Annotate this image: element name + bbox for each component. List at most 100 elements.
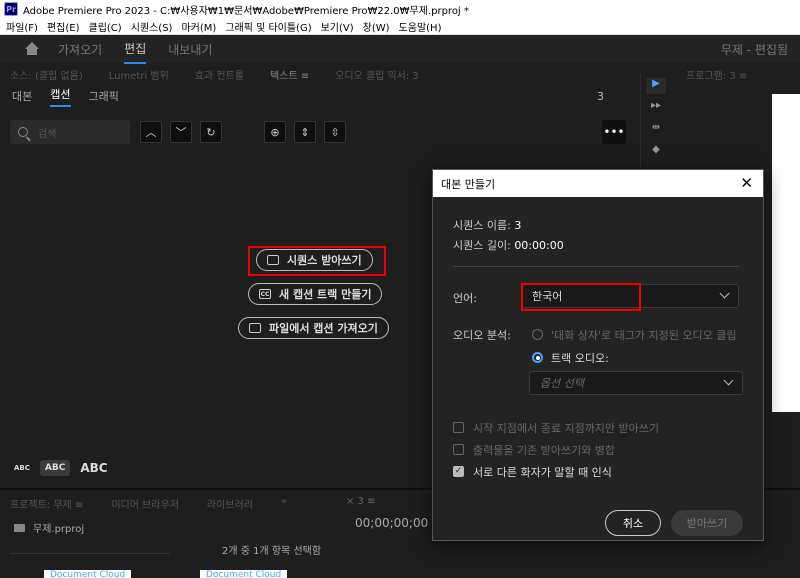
timeline-timecode[interactable]: 00;00;00;00: [355, 516, 428, 530]
program-monitor-view: [772, 94, 800, 412]
menu-sequence[interactable]: 시퀀스(S): [131, 19, 173, 34]
close-icon[interactable]: ✕: [740, 174, 753, 192]
radio-track-audio-label: 트랙 오디오:: [551, 352, 609, 365]
project-file-name: 무제.prproj: [33, 524, 85, 535]
menu-edit[interactable]: 편집(E): [47, 19, 80, 34]
tab-graphics[interactable]: 그래픽: [89, 88, 119, 104]
caption-toolbar: 검색 ︿ ﹀ ↻ ⊕ ⇕ ⇳ •••: [10, 120, 626, 144]
tab-transcript[interactable]: 대본: [12, 88, 32, 104]
cc-icon: CC: [259, 289, 271, 299]
selection-count: 2개 중 1개 항목 선택함: [222, 546, 322, 557]
text-sub-tabs: 대본 캡션 그래픽 3: [0, 84, 636, 108]
transcribe-sequence-label: 시퀀스 받아쓰기: [287, 254, 362, 267]
program-monitor-header[interactable]: 프로그램: 3 ≡: [676, 64, 800, 84]
sequence-info: 시퀀스 이름: 3 시퀀스 길이: 00:00:00: [453, 216, 564, 256]
create-transcript-dialog: 대본 만들기 ✕ 시퀀스 이름: 3 시퀀스 길이: 00:00:00 언어: …: [432, 169, 764, 541]
transcribe-button[interactable]: 받아쓰기: [671, 510, 743, 536]
window-titlebar: Pr Adobe Premiere Pro 2023 - C:₩사용자₩1₩문서…: [0, 0, 800, 18]
tab-effect-controls[interactable]: 효과 컨트롤: [195, 67, 244, 82]
tab-edit[interactable]: 편집: [124, 35, 147, 64]
more-tabs-icon[interactable]: »: [281, 496, 287, 511]
audio-track-placeholder: 옵션 선택: [540, 377, 584, 390]
tab-export[interactable]: 내보내기: [168, 36, 212, 63]
language-label: 언어:: [453, 292, 477, 305]
new-caption-track-label: 새 캡션 트랙 만들기: [279, 288, 372, 301]
panel-tab-row: 소스: (클립 없음) Lumetri 범위 효과 컨트롤 텍스트 ≡ 오디오 …: [0, 64, 636, 84]
sequence-count: 3: [597, 89, 604, 103]
razor-tool-icon[interactable]: ◆: [646, 144, 666, 160]
track-select-icon[interactable]: ▸▸: [646, 100, 666, 116]
sequence-length-label: 시퀀스 길이:: [453, 239, 511, 252]
menu-marker[interactable]: 마커(M): [181, 19, 216, 34]
window-title: Adobe Premiere Pro 2023 - C:₩사용자₩1₩문서₩Ad…: [23, 5, 469, 17]
premiere-logo-icon: Pr: [4, 2, 18, 16]
home-icon[interactable]: [24, 42, 40, 56]
checkbox-in-out-label: 시작 지점에서 종료 지점까지만 받아쓰기: [473, 422, 660, 435]
sequence-name-value: 3: [514, 219, 522, 232]
radio-dialogue-clips[interactable]: [532, 329, 543, 340]
tab-lumetri[interactable]: Lumetri 범위: [109, 67, 169, 82]
more-options-icon[interactable]: •••: [602, 120, 626, 144]
caption-size-large[interactable]: ABC: [80, 461, 107, 475]
sequence-length-value: 00:00:00: [514, 239, 564, 252]
document-cloud-thumb-1[interactable]: Document Cloud: [44, 570, 132, 578]
folder-icon: [14, 523, 25, 532]
chevron-down-icon[interactable]: ﹀: [170, 121, 192, 143]
tab-text[interactable]: 텍스트 ≡: [270, 67, 309, 82]
project-status-title: 무제 - 편집됨: [720, 42, 788, 57]
import-captions-label: 파일에서 캡션 가져오기: [269, 322, 378, 335]
transcribe-sequence-button[interactable]: 시퀀스 받아쓰기: [256, 249, 373, 271]
tab-audio-mixer[interactable]: 오디오 클립 믹서: 3: [335, 67, 419, 82]
tab-captions[interactable]: 캡션: [50, 86, 71, 107]
checkbox-speaker-recognition[interactable]: ✓: [453, 466, 464, 477]
search-icon: [18, 127, 28, 137]
audio-track-select[interactable]: 옵션 선택: [529, 371, 743, 395]
tab-project[interactable]: 프로젝트: 무제 ≡: [10, 496, 83, 511]
project-tabs: 프로젝트: 무제 ≡ 미디어 브라우저 라이브러리 »: [10, 496, 315, 511]
caption-size-small[interactable]: ABC: [14, 464, 30, 472]
search-input[interactable]: 검색: [10, 120, 130, 144]
import-icon: [249, 323, 261, 333]
caption-size-medium[interactable]: ABC: [39, 460, 71, 476]
refresh-icon[interactable]: ↻: [200, 121, 222, 143]
chevron-up-icon[interactable]: ︿: [140, 121, 162, 143]
tab-libraries[interactable]: 라이브러리: [207, 496, 253, 511]
ripple-edit-icon[interactable]: ⇹: [646, 122, 666, 138]
tab-media-browser[interactable]: 미디어 브라우저: [111, 496, 179, 511]
import-captions-button[interactable]: 파일에서 캡션 가져오기: [238, 317, 389, 339]
new-caption-track-button[interactable]: CC 새 캡션 트랙 만들기: [248, 283, 383, 305]
menu-file[interactable]: 파일(F): [6, 19, 38, 34]
checkbox-in-out-only[interactable]: [453, 422, 464, 433]
document-cloud-thumb-2[interactable]: Document Cloud: [200, 570, 288, 578]
dialog-divider: [453, 266, 739, 267]
highlight-box-language: [521, 283, 641, 311]
transcribe-icon: [267, 255, 279, 265]
menu-help[interactable]: 도움말(H): [399, 19, 442, 34]
menu-graphics[interactable]: 그래픽 및 타이틀(G): [225, 19, 311, 34]
chevron-down-icon: [723, 375, 734, 386]
checkbox-speaker-label: 서로 다른 화자가 말할 때 인식: [473, 466, 612, 479]
radio-dialogue-label: '대화 상자'로 태그가 지정된 오디오 클립: [551, 329, 737, 342]
project-search-input[interactable]: [10, 540, 170, 554]
cancel-button[interactable]: 취소: [605, 510, 661, 536]
split-caption-icon[interactable]: ⇕: [294, 121, 316, 143]
checkbox-merge-label: 출력물을 기존 받아쓰기와 병합: [473, 444, 616, 457]
menu-view[interactable]: 보기(V): [321, 19, 354, 34]
tab-source[interactable]: 소스: (클립 없음): [10, 67, 83, 82]
menu-bar: 파일(F) 편집(E) 클립(C) 시퀀스(S) 마커(M) 그래픽 및 타이틀…: [0, 18, 800, 35]
add-caption-icon[interactable]: ⊕: [264, 121, 286, 143]
timeline-tab[interactable]: × 3 ≡: [346, 496, 375, 507]
menu-window[interactable]: 창(W): [363, 19, 390, 34]
tab-import[interactable]: 가져오기: [58, 36, 102, 63]
dialog-titlebar: 대본 만들기 ✕: [433, 170, 763, 197]
project-file: 무제.prproj: [14, 520, 84, 535]
chevron-down-icon: [719, 288, 730, 299]
workspace-bar: 가져오기 편집 내보내기 무제 - 편집됨: [0, 35, 800, 64]
merge-caption-icon[interactable]: ⇳: [324, 121, 346, 143]
menu-clip[interactable]: 클립(C): [89, 19, 122, 34]
radio-track-audio[interactable]: [532, 352, 543, 363]
selection-tool-icon[interactable]: ▶: [646, 78, 666, 94]
checkbox-merge-output[interactable]: [453, 444, 464, 455]
audio-analysis-label: 오디오 분석:: [453, 329, 511, 342]
caption-size-row: ABC ABC ABC: [14, 460, 108, 476]
